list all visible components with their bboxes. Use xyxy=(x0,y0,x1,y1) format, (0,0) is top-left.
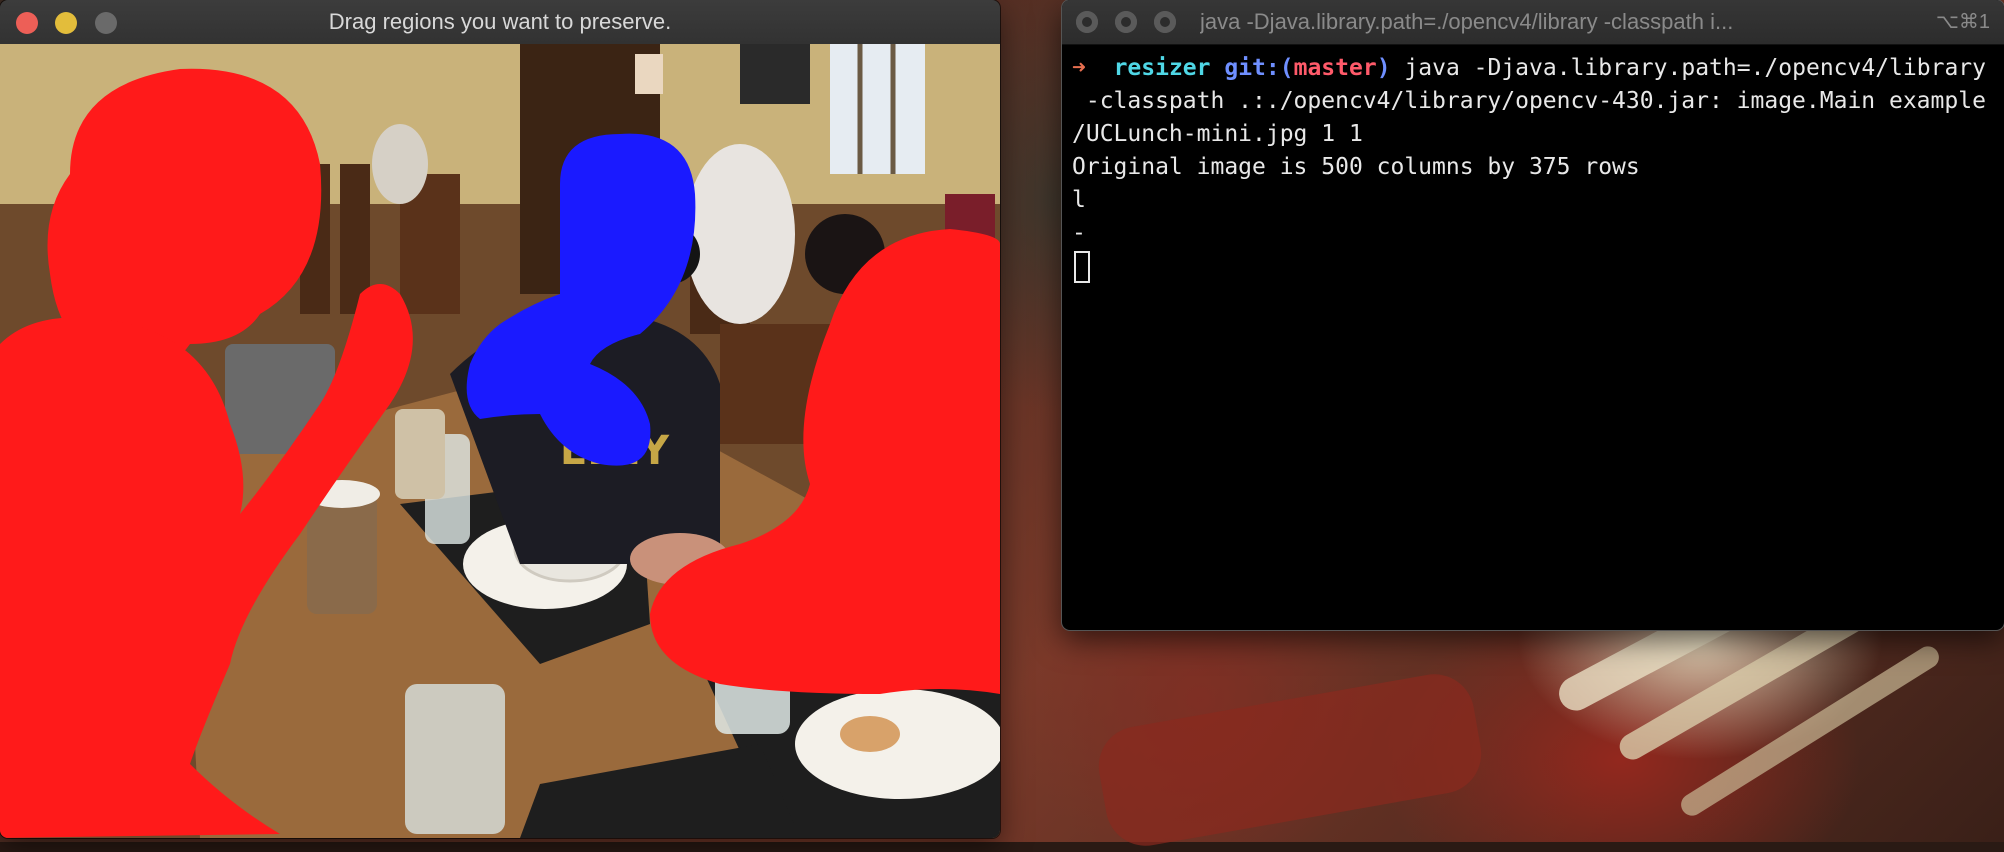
terminal-title: java -Djava.library.path=./opencv4/libra… xyxy=(1200,9,1734,34)
command-text: /UCLunch-mini.jpg 1 1 xyxy=(1072,121,1363,147)
food xyxy=(840,716,900,752)
image-window-titlebar[interactable]: Drag regions you want to preserve. xyxy=(0,0,1000,45)
wallpaper-stroke xyxy=(1092,667,1488,852)
image-canvas[interactable]: ELEY xyxy=(0,44,1000,838)
command-text: -classpath .:./opencv4/library/opencv-43… xyxy=(1072,88,1986,114)
glass xyxy=(405,684,505,834)
background-person xyxy=(372,124,428,204)
close-button[interactable] xyxy=(1076,11,1098,33)
wall-picture xyxy=(740,44,810,104)
output-line: - xyxy=(1072,220,1086,246)
plate xyxy=(795,689,1000,799)
window-title: Drag regions you want to preserve. xyxy=(328,9,672,34)
terminal-cursor xyxy=(1074,250,1090,283)
background-person xyxy=(685,144,795,324)
terminal-output[interactable]: ➜ resizer git:(master) java -Djava.libra… xyxy=(1072,52,1997,283)
photo-drawing[interactable]: ELEY xyxy=(0,44,1000,838)
terminal-titlebar[interactable]: java -Djava.library.path=./opencv4/libra… xyxy=(1062,0,2004,45)
minimize-button[interactable] xyxy=(1115,11,1137,33)
prompt-git-close: ) xyxy=(1376,55,1391,81)
command-text: java -Djava.library.path=./opencv4/libra… xyxy=(1390,55,1986,81)
cup xyxy=(395,409,445,499)
prompt-git-label: git:( xyxy=(1224,55,1294,81)
output-line: l xyxy=(1072,187,1086,213)
prompt-arrow: ➜ xyxy=(1072,55,1086,81)
coffee-cup xyxy=(307,494,377,614)
prompt-branch: master xyxy=(1293,55,1377,81)
terminal-window[interactable]: java -Djava.library.path=./opencv4/libra… xyxy=(1062,0,2004,630)
window xyxy=(830,44,925,174)
image-window[interactable]: Drag regions you want to preserve. xyxy=(0,0,1000,838)
output-line: Original image is 500 columns by 375 row… xyxy=(1072,154,1640,180)
wallpaper-stroke xyxy=(1676,642,1944,820)
zoom-button[interactable] xyxy=(1154,11,1176,33)
prompt-directory: resizer xyxy=(1113,55,1211,81)
terminal-shortcut: ⌥⌘1 xyxy=(1935,11,1990,33)
wall-sign xyxy=(635,54,663,94)
